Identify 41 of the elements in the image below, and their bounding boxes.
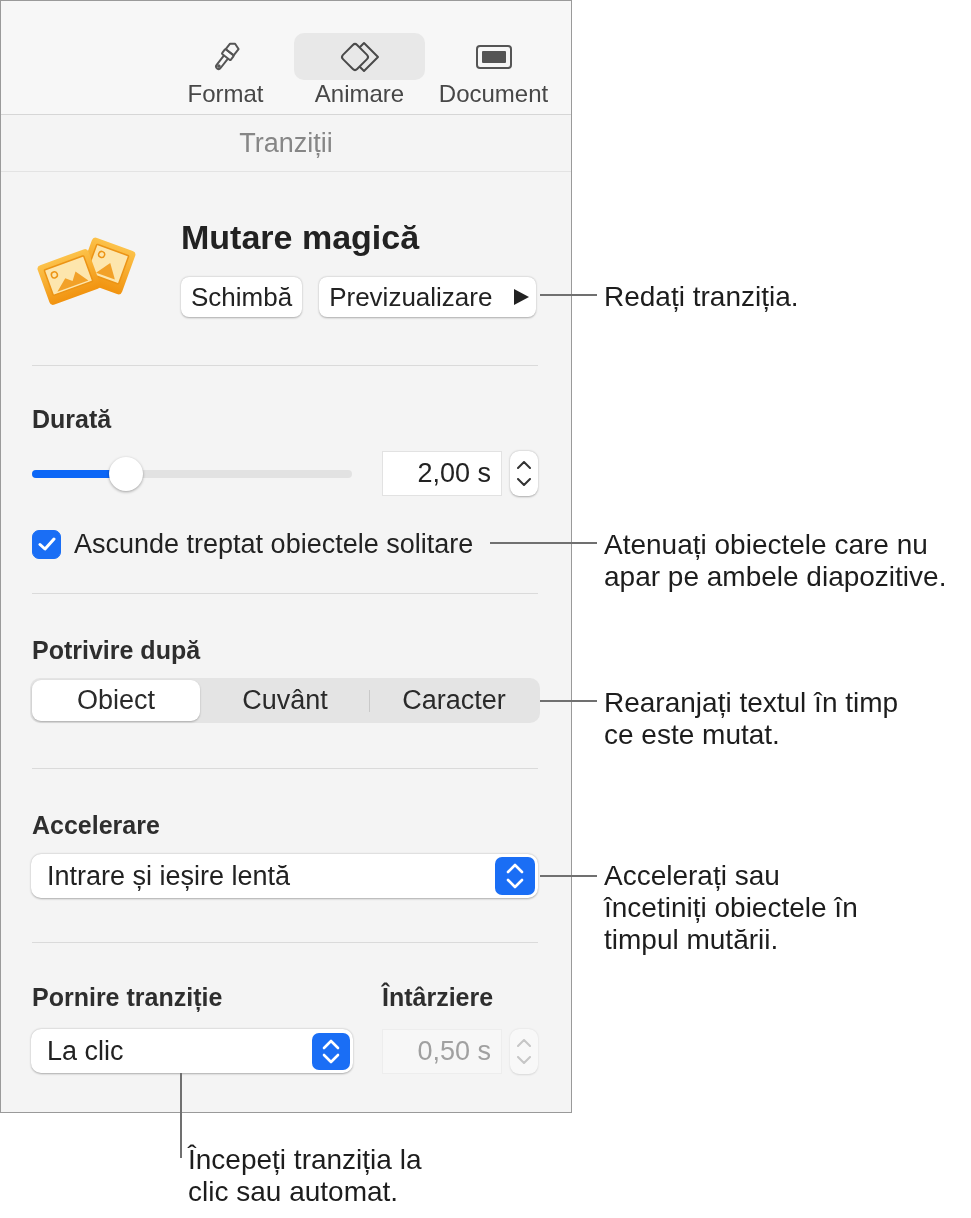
framed-rectangle-icon — [475, 44, 512, 69]
slider-thumb[interactable] — [109, 456, 144, 491]
toolbar-tab[interactable]: Format — [160, 1, 291, 114]
play-icon — [514, 289, 530, 305]
match-label: Potrivire după — [32, 635, 202, 665]
chevron-down-icon — [517, 478, 531, 487]
section-title: Tranziții — [239, 127, 333, 159]
chevron-up-icon — [517, 1038, 531, 1047]
acceleration-label: Accelerare — [32, 810, 161, 840]
preview-button[interactable]: Previzualizare — [319, 277, 537, 317]
segment-option[interactable]: Caracter — [370, 680, 538, 721]
chevron-up-icon — [517, 460, 531, 469]
chevron-down-icon — [517, 1056, 531, 1065]
delay-label: Întârziere — [382, 982, 495, 1012]
duration-stepper[interactable] — [510, 451, 538, 496]
callout-text: Redați tranziția. — [604, 281, 799, 313]
checkbox-label: Ascunde treptat obiectele solitare — [74, 529, 474, 559]
acceleration-dropdown[interactable]: Intrare și ieșire lentă — [31, 854, 538, 898]
leader-line — [540, 294, 597, 296]
segment-option[interactable]: Cuvânt — [201, 680, 369, 721]
fade-checkbox[interactable] — [32, 529, 61, 559]
change-button[interactable]: Schimbă — [181, 277, 303, 317]
check-icon — [37, 537, 56, 551]
callout-text: Rearanjați textul în timp ce este mutat. — [604, 687, 899, 751]
leader-line — [540, 875, 597, 877]
leader-line — [540, 700, 597, 702]
callout-text: Accelerați sau încetiniți obiectele în timpul mutării. — [604, 860, 858, 956]
chevron-up-down-icon — [495, 857, 535, 895]
transition-title: Mutare magică — [181, 217, 421, 257]
duration-field[interactable]: 2,00 s — [382, 451, 502, 496]
diamonds-icon — [338, 40, 381, 73]
callout-text: Începeți tranziția la clic sau automat. — [188, 1144, 422, 1208]
chevron-up-down-icon — [312, 1032, 350, 1070]
duration-slider[interactable] — [32, 456, 352, 491]
toolbar-tab[interactable]: Document — [428, 1, 559, 114]
duration-label: Durată — [32, 404, 113, 434]
toolbar-tab[interactable]: Animare — [294, 1, 425, 114]
callout-text: Atenuați obiectele care nu apar pe ambele diapozitive. — [604, 529, 947, 593]
start-label: Pornire tranziție — [32, 982, 224, 1012]
segment-option[interactable]: Obiect — [32, 680, 200, 721]
start-dropdown[interactable]: La clic — [31, 1029, 353, 1073]
